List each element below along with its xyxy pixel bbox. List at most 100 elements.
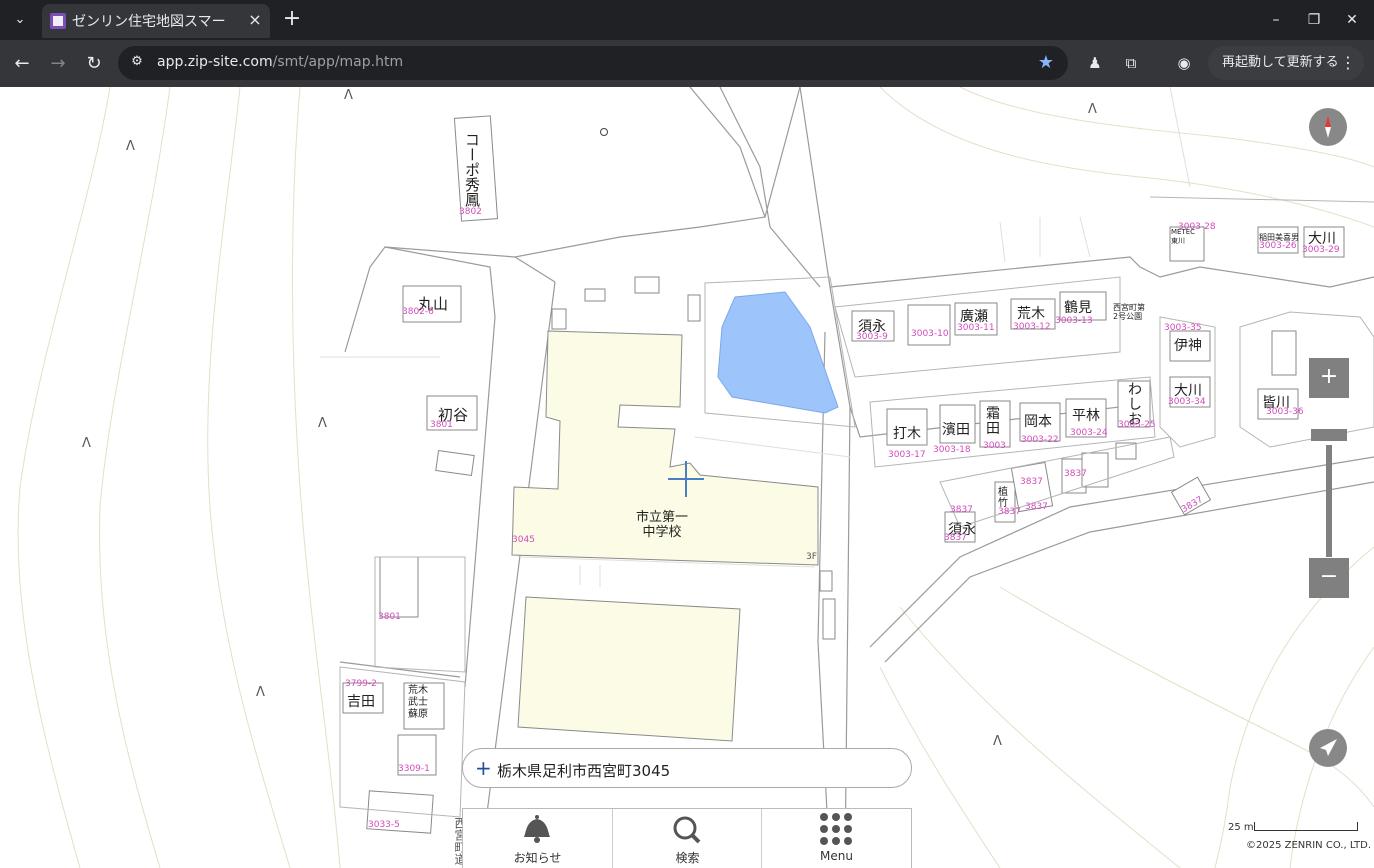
map-label-araki-group: 荒木 武士 蘇原 (408, 685, 428, 720)
lot-number: 3003-9 (856, 332, 888, 342)
compass-button[interactable] (1309, 108, 1347, 146)
bell-icon (524, 815, 550, 843)
scale-bar (1254, 822, 1358, 831)
notice-label: お知らせ (513, 851, 562, 865)
profile-icon[interactable]: ◉ (1174, 54, 1194, 74)
address-bar[interactable]: ⚙ app.zip-site.com/smt/app/map.htm ★ (118, 46, 1068, 80)
map-label-ijin: 伊神 (1174, 338, 1202, 354)
svg-text:Λ: Λ (1088, 102, 1097, 117)
svg-text:Λ: Λ (318, 416, 327, 431)
bookmark-star-icon[interactable]: ★ (1038, 52, 1054, 73)
restart-label: 再起動して更新する (1222, 55, 1339, 70)
current-location-button[interactable] (1309, 729, 1347, 767)
menu-button[interactable]: Menu (761, 809, 910, 868)
lot-number: 3003-35 (1164, 323, 1202, 333)
zoom-slider-track[interactable] (1326, 445, 1332, 557)
site-info-icon[interactable]: ⚙ (128, 54, 146, 72)
extension-avatar-icon[interactable]: ♟ (1085, 54, 1105, 74)
map-label-hirabayashi: 平林 (1072, 408, 1100, 424)
map-label-yoshida: 吉田 (347, 694, 375, 710)
close-tab-icon[interactable]: × (246, 11, 264, 29)
map-canvas[interactable]: Λ Λ Λ Λ Λ Λ Λ コーポ秀鳳 3802 丸山 3802-6 初谷 38… (0, 87, 1374, 868)
search-button[interactable]: 検索 (612, 809, 761, 868)
svg-text:Λ: Λ (344, 88, 353, 103)
lot-number: 3837 (1064, 469, 1087, 479)
lot-number: 3801 (378, 612, 401, 622)
browser-chrome: ⌄ ゼンリン住宅地図スマー × + – ❐ ✕ ← → ↻ ⚙ app.zip-… (0, 0, 1374, 87)
lot-number: 3003-29 (1302, 245, 1340, 255)
svg-text:Λ: Λ (82, 436, 91, 451)
lot-number: 3003-11 (957, 323, 995, 333)
restore-icon[interactable]: ❐ (1302, 8, 1326, 32)
zenrin-favicon-icon (50, 13, 66, 29)
lot-number: 3003-26 (1259, 241, 1297, 251)
url-text[interactable]: app.zip-site.com/smt/app/map.htm (157, 54, 403, 70)
search-icon (673, 816, 701, 844)
map-label-corpo: コーポ秀鳳 (463, 132, 481, 207)
lot-number: 3799-2 (345, 679, 377, 689)
tab-search-button[interactable]: ⌄ (6, 7, 34, 33)
zoom-slider-thumb[interactable] (1311, 429, 1347, 441)
lot-number: 3003-10 (911, 329, 949, 339)
back-icon[interactable]: ← (8, 50, 36, 78)
notice-button[interactable]: お知らせ (463, 809, 612, 868)
zoom-out-button[interactable]: − (1309, 558, 1349, 598)
lot-number: 3003-28 (1178, 222, 1216, 232)
compass-south-icon (1325, 127, 1331, 138)
bottom-menu-bar: お知らせ 検索 Menu (462, 808, 912, 868)
lot-number: 3003-22 (1021, 435, 1059, 445)
lot-number: 3003 (983, 441, 1006, 451)
minimize-icon[interactable]: – (1264, 8, 1288, 32)
extensions-puzzle-icon[interactable]: ⧉ (1121, 54, 1141, 74)
tab-title: ゼンリン住宅地図スマー (72, 14, 226, 30)
restart-update-button[interactable]: 再起動して更新する ⋮ (1208, 46, 1364, 80)
lot-number: 3837 (950, 505, 973, 515)
map-label-shimoda: 霜田 (986, 406, 1000, 437)
map-label-uekura: 植竹 (998, 487, 1008, 509)
lot-number: 3003-24 (1070, 428, 1108, 438)
lot-number: 3003-36 (1266, 407, 1304, 417)
map-label-hamada: 濱田 (942, 422, 970, 438)
lot-number: 3033-5 (368, 820, 400, 830)
active-tab[interactable]: ゼンリン住宅地図スマー × (42, 4, 270, 38)
lot-number: 3003-34 (1168, 397, 1206, 407)
map-label-okamoto: 岡本 (1024, 414, 1052, 430)
svg-text:Λ: Λ (993, 734, 1002, 749)
grid-dots-icon (820, 813, 852, 845)
lot-number: 3802 (459, 207, 482, 217)
lot-number: 3837 (1025, 502, 1048, 512)
map-label-park: 西宮町第 2号公園 (1113, 303, 1145, 321)
lot-number: 3003-25 (1118, 420, 1156, 430)
lot-number: 3837 (1020, 477, 1043, 487)
navigation-arrow-icon (1320, 739, 1337, 756)
map-label-school: 市立第一 中学校 (636, 510, 689, 540)
search-label: 検索 (675, 851, 700, 865)
map-label-utsugi: 打木 (893, 426, 921, 442)
browser-toolbar: ← → ↻ ⚙ app.zip-site.com/smt/app/map.htm… (0, 40, 1374, 87)
forward-icon[interactable]: → (44, 50, 72, 78)
pond (717, 291, 839, 414)
scale-label: 25 m (1228, 822, 1254, 833)
lot-number: 3309-1 (398, 764, 430, 774)
lot-number: 3003-18 (933, 445, 971, 455)
more-menu-icon[interactable]: ⋮ (1340, 46, 1356, 80)
lot-number: 3003-12 (1013, 322, 1051, 332)
map-label-tsurumi: 鶴見 (1064, 300, 1092, 316)
copyright-text: ©2025 ZENRIN CO., LTD. (1246, 840, 1371, 851)
svg-text:Λ: Λ (126, 139, 135, 154)
lot-number: 3801 (430, 420, 453, 430)
lot-number: 3837 (998, 507, 1021, 517)
menu-label: Menu (820, 849, 853, 863)
url-host: app.zip-site.com (157, 54, 273, 70)
map-circle-marker (600, 128, 608, 136)
close-window-icon[interactable]: ✕ (1340, 8, 1364, 32)
url-path: /smt/app/map.htm (272, 54, 404, 70)
address-display[interactable]: + 栃木県足利市西宮町3045 (462, 748, 912, 788)
lot-number: 3802-6 (402, 307, 434, 317)
address-text: 栃木県足利市西宮町3045 (497, 762, 671, 780)
lot-number: 3003-13 (1055, 316, 1093, 326)
zoom-in-button[interactable]: + (1309, 358, 1349, 398)
new-tab-button[interactable]: + (280, 7, 304, 33)
map-label-araki2: 荒木 (1017, 306, 1045, 322)
reload-icon[interactable]: ↻ (80, 50, 108, 78)
